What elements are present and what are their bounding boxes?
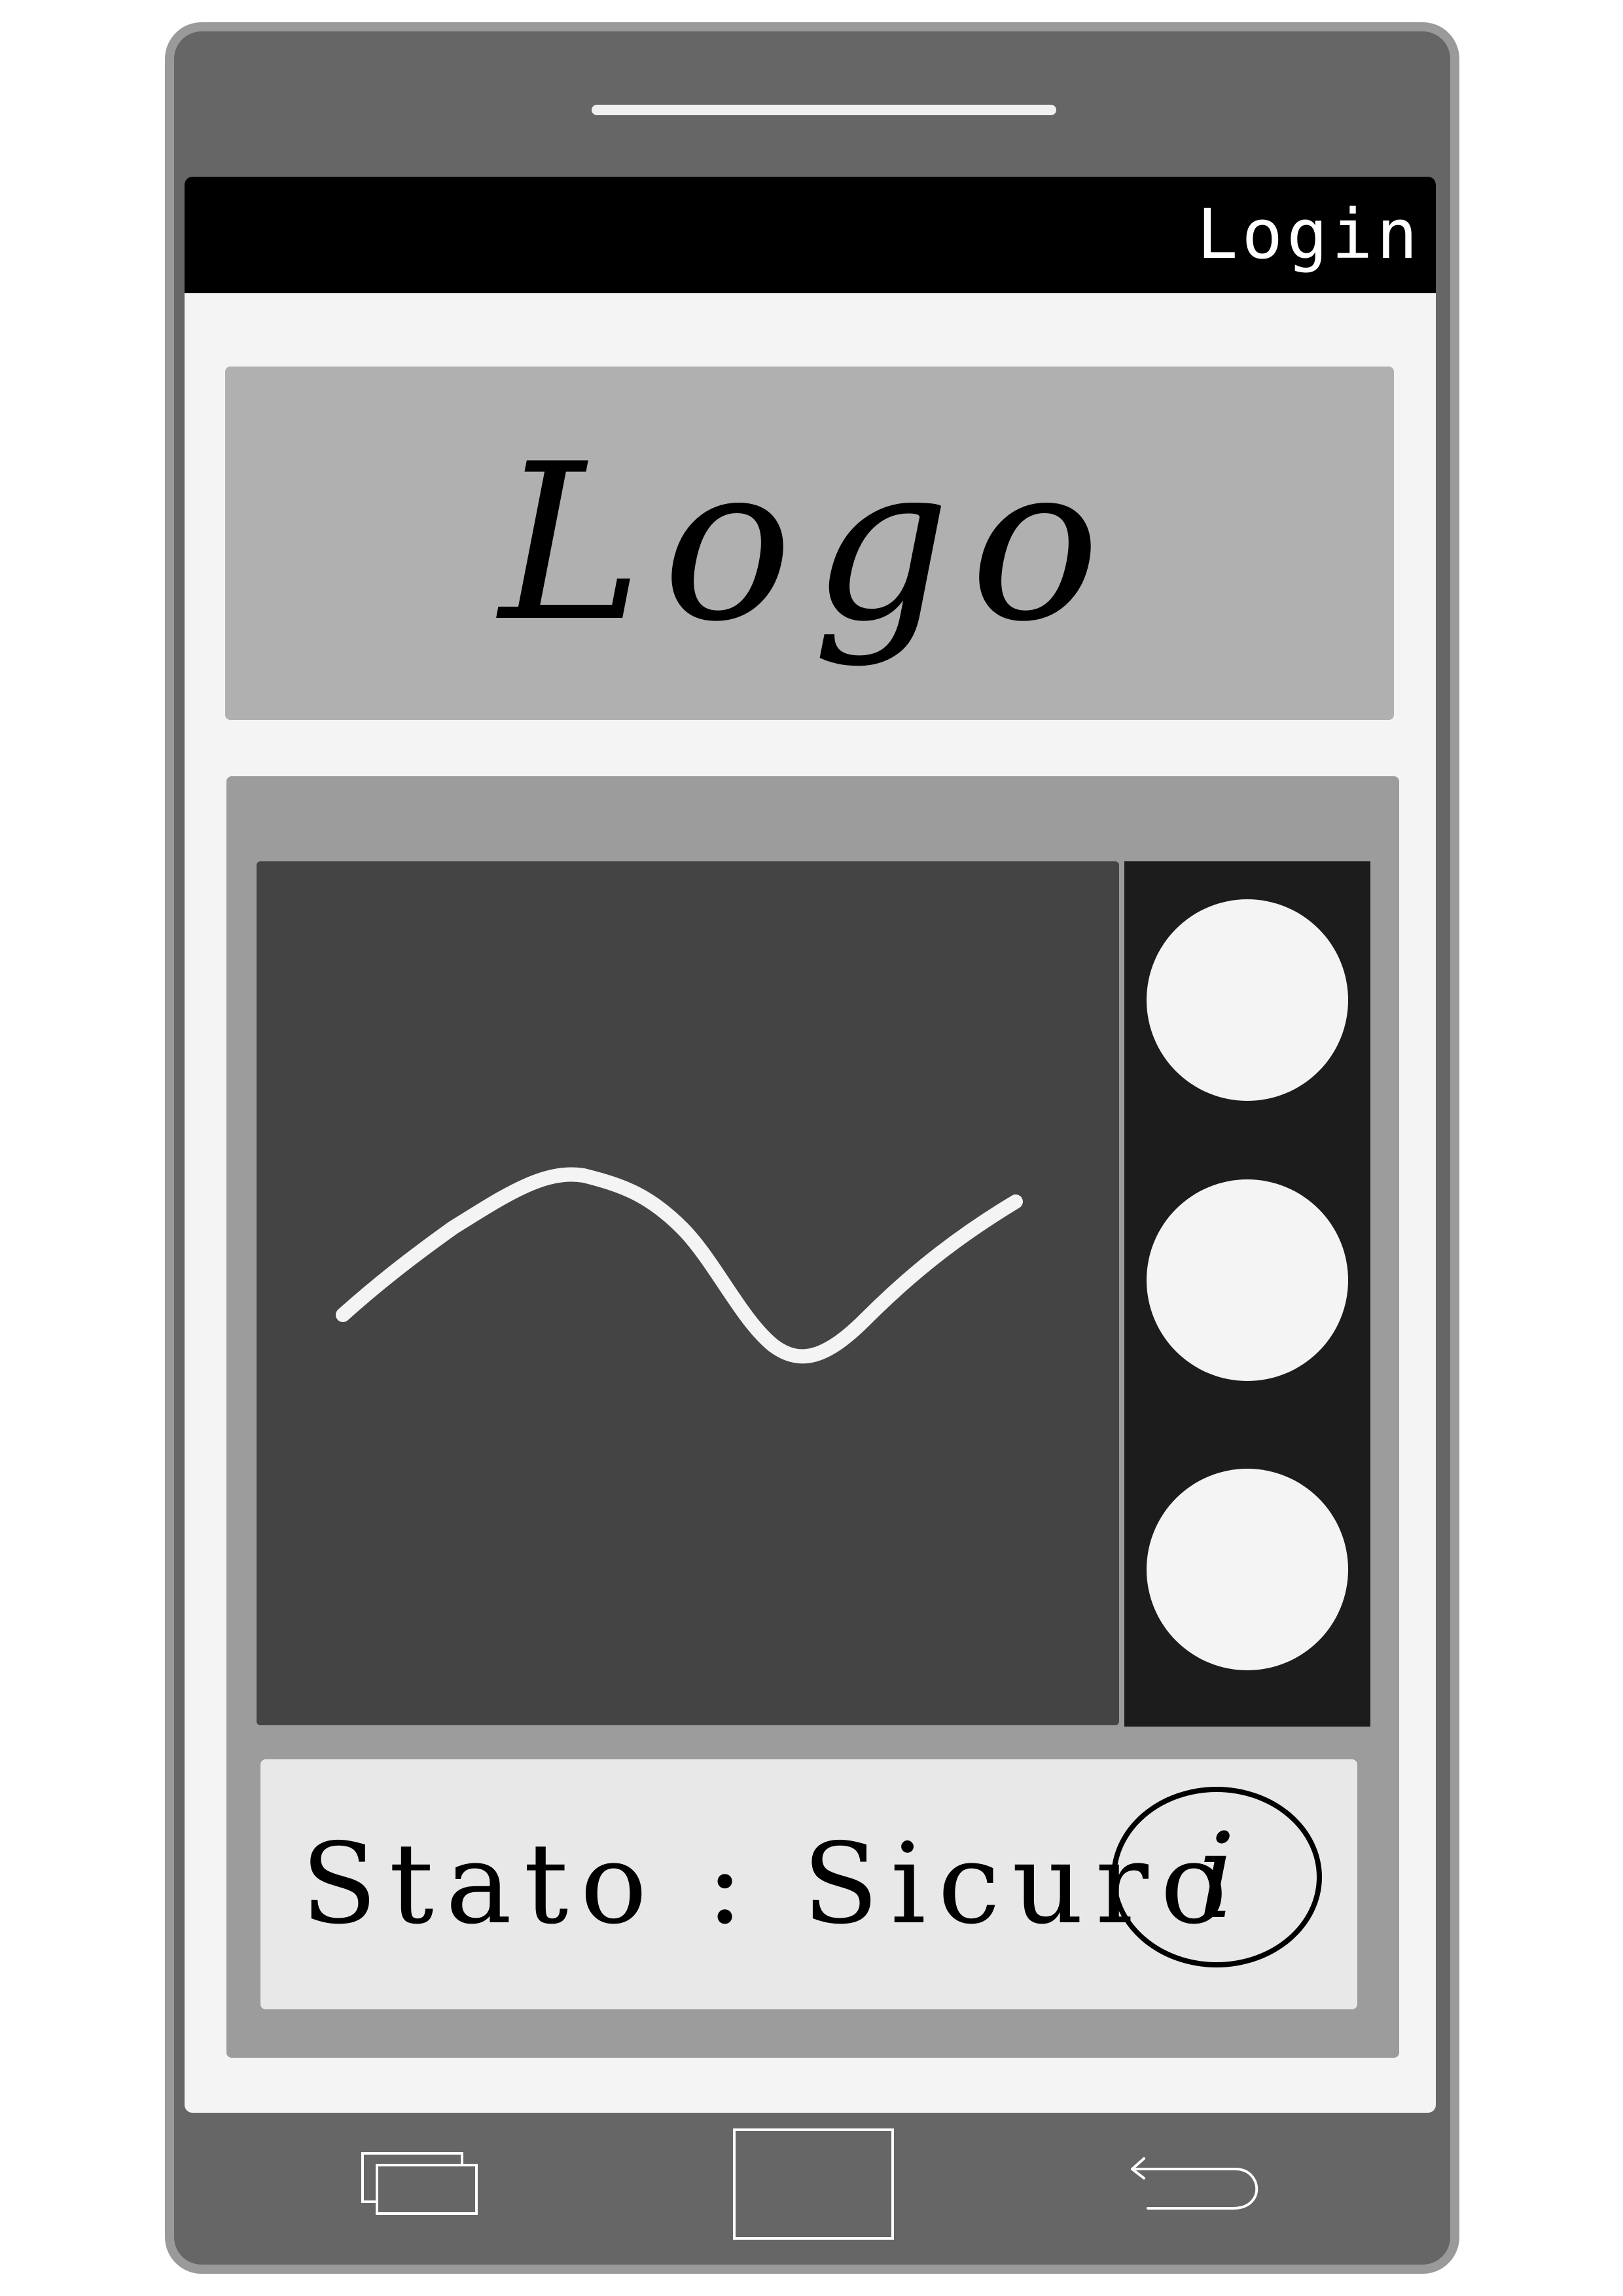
top-bar: Login [185, 177, 1436, 293]
home-button[interactable] [733, 2128, 894, 2240]
sidebar-button-2[interactable] [1147, 1179, 1348, 1381]
graph-canvas [336, 1167, 1023, 1364]
speaker-slot [592, 105, 1056, 115]
logo-banner: Logo [225, 367, 1394, 720]
main-panel: Stato : Sicuro i [226, 776, 1399, 2058]
info-icon: i [1198, 1808, 1236, 1945]
sidebar-controls [1124, 861, 1370, 1727]
back-button[interactable] [1124, 2144, 1268, 2223]
logo-text: Logo [499, 418, 1120, 669]
status-text: Stato : Sicuro [301, 1820, 1240, 1949]
login-button[interactable]: Login [1197, 188, 1421, 280]
graph-area [257, 861, 1119, 1725]
info-button[interactable]: i [1111, 1787, 1322, 1967]
recent-apps-icon [361, 2152, 478, 2215]
back-icon [1131, 2157, 1258, 2210]
status-bar: Stato : Sicuro i [260, 1759, 1357, 2009]
app-screen: Login Logo Stato : Sicuro i [185, 177, 1436, 2113]
recent-apps-button[interactable] [361, 2152, 479, 2215]
sidebar-button-1[interactable] [1147, 899, 1348, 1101]
sidebar-button-3[interactable] [1147, 1469, 1348, 1670]
graph-line [336, 1167, 1023, 1364]
